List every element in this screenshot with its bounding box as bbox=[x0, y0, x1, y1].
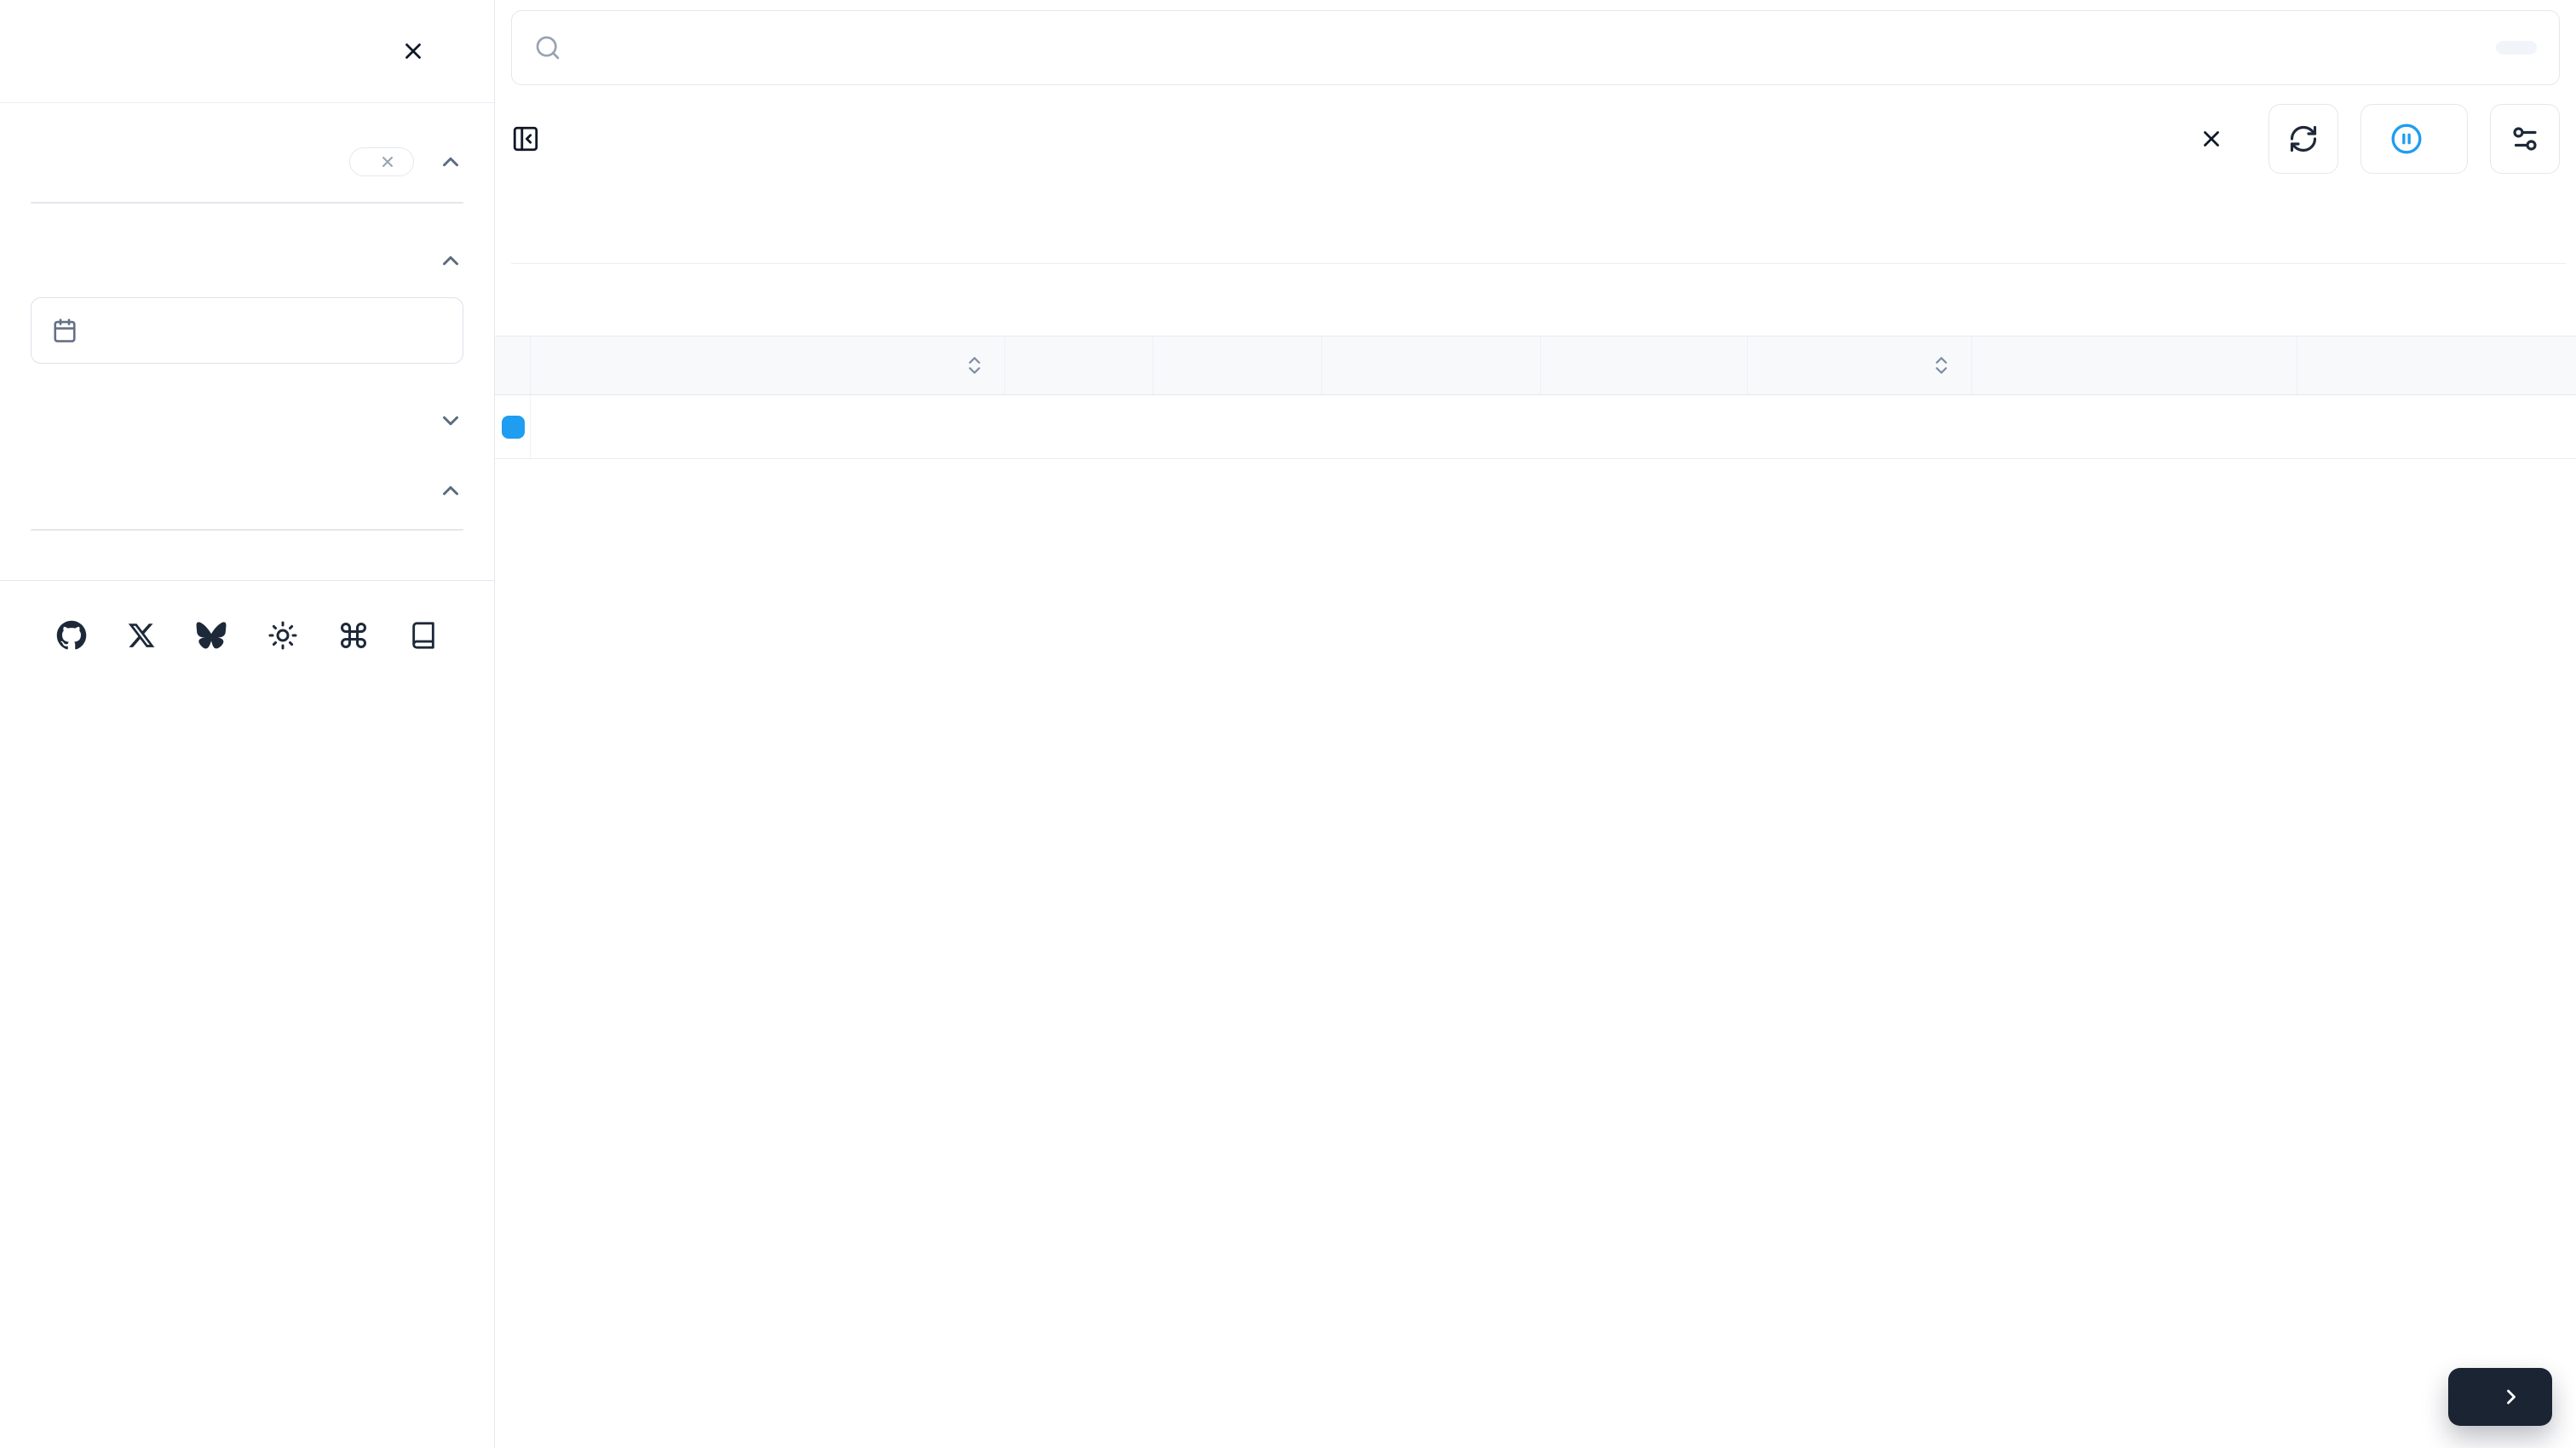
close-icon bbox=[2199, 126, 2224, 152]
section-date-header[interactable] bbox=[31, 248, 463, 273]
main-panel bbox=[495, 0, 2576, 1448]
view-options-button[interactable] bbox=[2490, 104, 2560, 174]
book-icon bbox=[409, 620, 438, 651]
theme-toggle[interactable] bbox=[267, 620, 298, 651]
level-options bbox=[31, 202, 463, 204]
column-header-host[interactable] bbox=[1322, 336, 1541, 394]
bluesky-link[interactable] bbox=[196, 620, 227, 651]
sort-icon[interactable] bbox=[1930, 354, 1952, 376]
method-options bbox=[31, 529, 463, 531]
toolbar bbox=[511, 104, 2560, 174]
docs-link[interactable] bbox=[409, 620, 438, 651]
column-header-pathname[interactable] bbox=[1541, 336, 1748, 394]
toolbar-reset-button[interactable] bbox=[2199, 126, 2246, 152]
column-header-latency[interactable] bbox=[1748, 336, 1972, 394]
chevron-up-icon bbox=[438, 478, 463, 503]
select-column-header bbox=[495, 336, 531, 394]
level-filter-count-badge[interactable] bbox=[349, 147, 414, 176]
section-method-header[interactable] bbox=[31, 478, 463, 503]
chevron-up-icon bbox=[438, 248, 463, 273]
command-menu-button[interactable] bbox=[338, 620, 369, 651]
column-header-date[interactable] bbox=[531, 336, 1005, 394]
column-header-method[interactable] bbox=[1153, 336, 1322, 394]
column-header-regions[interactable] bbox=[1972, 336, 2297, 394]
column-header-timing-phases[interactable] bbox=[2297, 336, 2576, 394]
sun-icon bbox=[267, 620, 298, 651]
filters-sidebar bbox=[0, 0, 495, 1448]
timeline-axis bbox=[511, 271, 2566, 310]
x-twitter-link[interactable] bbox=[127, 620, 156, 651]
live-mode-row[interactable] bbox=[495, 395, 2576, 459]
sort-icon[interactable] bbox=[963, 354, 986, 376]
pause-circle-icon bbox=[2390, 123, 2423, 155]
social-links bbox=[31, 620, 463, 651]
filters-header bbox=[0, 0, 494, 103]
view-github-repo-button[interactable] bbox=[2448, 1368, 2552, 1426]
footer-note bbox=[31, 690, 463, 716]
close-icon bbox=[400, 38, 426, 64]
column-header-status[interactable] bbox=[1005, 336, 1153, 394]
github-link[interactable] bbox=[56, 620, 87, 651]
refresh-icon bbox=[2288, 124, 2319, 154]
chevron-right-icon bbox=[2499, 1385, 2523, 1409]
bluesky-icon bbox=[196, 622, 227, 649]
chevron-down-icon bbox=[438, 408, 463, 434]
command-icon bbox=[338, 620, 369, 651]
table-header-row bbox=[495, 336, 2576, 395]
search-input[interactable] bbox=[577, 34, 2481, 62]
clear-level-filter-icon[interactable] bbox=[379, 153, 396, 170]
date-picker-input[interactable] bbox=[31, 297, 463, 364]
x-twitter-icon bbox=[127, 621, 156, 650]
live-toggle-button[interactable] bbox=[2360, 104, 2468, 174]
refresh-button[interactable] bbox=[2268, 104, 2338, 174]
close-filters-button[interactable] bbox=[400, 38, 426, 64]
search-icon bbox=[534, 34, 561, 61]
section-status-header[interactable] bbox=[31, 408, 463, 434]
search-bar[interactable] bbox=[511, 10, 2560, 85]
section-level-header[interactable] bbox=[31, 147, 463, 176]
settings-sliders-icon bbox=[2510, 124, 2540, 154]
live-mode-icon bbox=[502, 416, 525, 439]
chevron-up-icon bbox=[438, 149, 463, 175]
search-shortcut bbox=[2496, 41, 2537, 55]
sidebar-footer bbox=[0, 620, 494, 716]
hide-controls-button[interactable] bbox=[511, 124, 555, 153]
calendar-icon bbox=[52, 318, 78, 343]
github-icon bbox=[56, 620, 87, 651]
logs-table bbox=[495, 336, 2576, 459]
panel-left-close-icon bbox=[511, 124, 540, 153]
timeline-chart[interactable] bbox=[511, 196, 2566, 310]
